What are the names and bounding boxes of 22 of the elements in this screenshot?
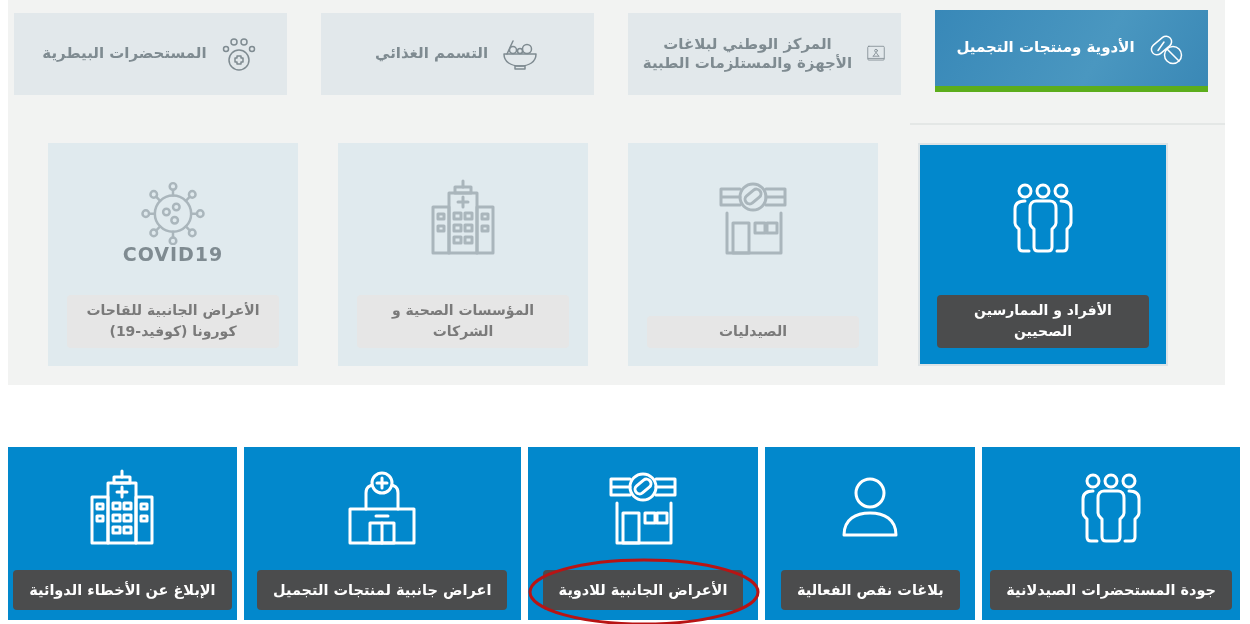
card-label: الأفراد و الممارسين الصحيين [937,294,1149,348]
icon-caption: COVID19 [122,243,224,265]
category-tab[interactable]: التسمم الغذائي [321,13,594,95]
reporter-card[interactable]: المؤسسات الصحية و الشركات [338,143,588,366]
service-tile[interactable]: جودة المستحضرات الصيدلانية [982,447,1240,620]
tile-label: الأعراض الجانبية للادوية [542,570,744,610]
virus-icon [140,179,206,245]
reporter-card[interactable]: الأفراد و الممارسين الصحيين [918,143,1168,366]
reporter-card[interactable]: الصيدليات [628,143,878,366]
category-tab[interactable]: الأدوية ومنتجات التجميل [935,10,1208,92]
card-label: الأعراض الجانبية للقاحات كورونا (كوفيد-19) [67,294,279,348]
tile-label: الإبلاغ عن الأخطاء الدوائية [13,570,232,610]
tile-label: بلاغات نقص الفعالية [780,570,960,610]
category-tab[interactable]: المستحضرات البيطرية [14,13,287,95]
service-tile[interactable]: بلاغات نقص الفعالية [765,447,976,620]
card-label: المؤسسات الصحية و الشركات [357,294,569,348]
service-tile[interactable]: الإبلاغ عن الأخطاء الدوائية [8,447,237,620]
card-label: الصيدليات [647,316,859,348]
category-tab[interactable]: المركز الوطني لبلاغات الأجهزة والمستلزمات الطبية [628,13,901,95]
service-tile[interactable]: اعراض جانبية لمنتجات التجميل [243,447,521,620]
tile-label: جودة المستحضرات الصيدلانية [990,570,1232,610]
tile-label: اعراض جانبية لمنتجات التجميل [257,570,508,610]
